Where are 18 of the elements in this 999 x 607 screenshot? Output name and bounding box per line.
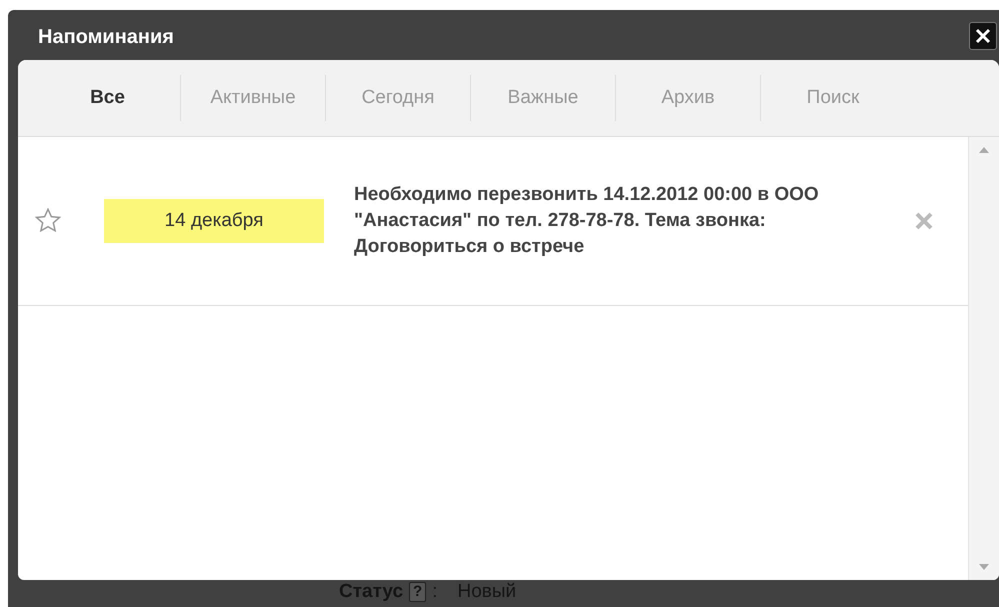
scroll-up-icon[interactable] <box>979 147 989 153</box>
star-icon[interactable] <box>34 207 62 235</box>
reminder-text: Необходимо перезвонить 14.12.2012 00:00 в ООО "Анастасия" по тел. 278-78-78. Тема звонка: Договориться о встрече <box>354 182 820 260</box>
tab[interactable]: Поиск <box>760 75 905 121</box>
date-label: 14 декабря <box>104 199 324 243</box>
close-icon <box>974 27 992 45</box>
scroll-down-icon[interactable] <box>979 564 989 570</box>
close-button[interactable] <box>969 22 997 50</box>
window-title: Напоминания <box>38 25 174 50</box>
tab[interactable]: Важные <box>470 75 615 121</box>
tab[interactable]: Активные <box>180 75 325 121</box>
help-icon[interactable]: ? <box>409 582 426 602</box>
tab[interactable]: Сегодня <box>325 75 470 121</box>
delete-icon[interactable] <box>914 211 934 231</box>
scrollbar[interactable] <box>968 137 999 580</box>
separator-text: : <box>432 582 438 602</box>
tab[interactable]: Все <box>35 75 180 121</box>
tab[interactable]: Архив <box>615 75 760 121</box>
